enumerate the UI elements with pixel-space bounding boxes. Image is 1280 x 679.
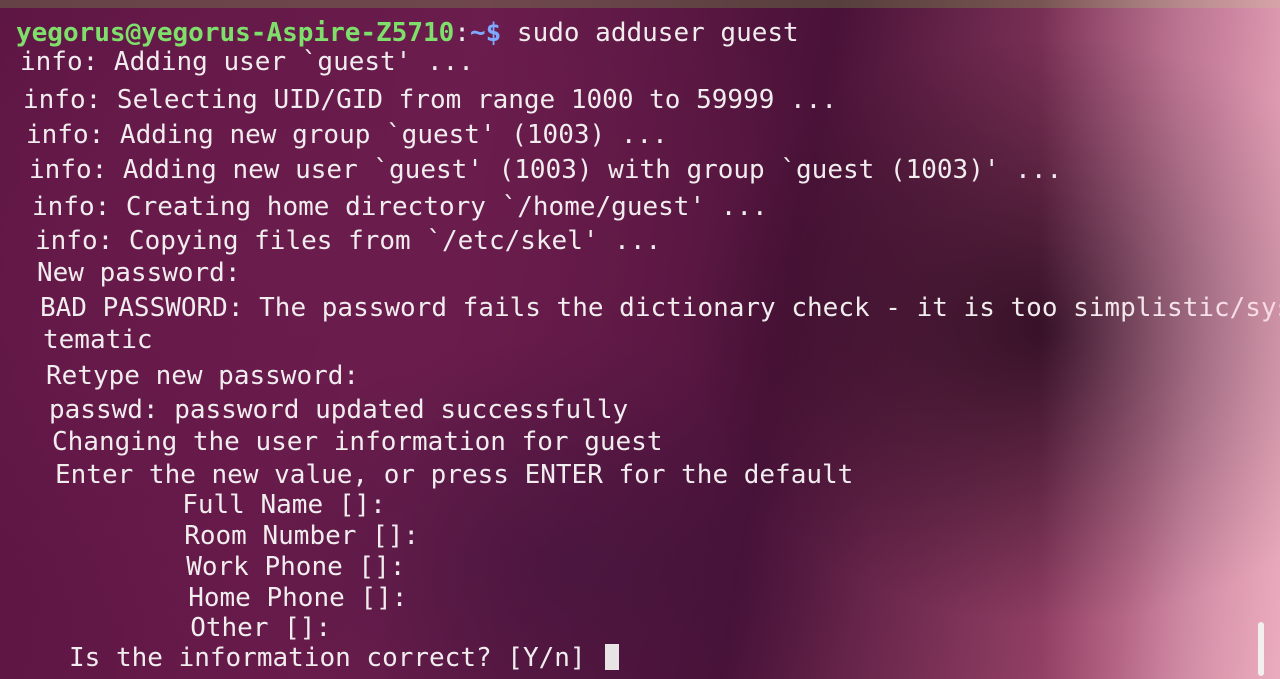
output-line: info: Adding new group `guest' (1003) ..… <box>26 120 668 150</box>
output-line: info: Adding new user `guest' (1003) wit… <box>29 155 1063 185</box>
output-line: info: Copying files from `/etc/skel' ... <box>35 226 662 256</box>
output-line: Enter the new value, or press ENTER for … <box>55 460 854 490</box>
prompt-path: ~$ <box>469 18 502 48</box>
scrollbar-thumb[interactable] <box>1258 622 1264 676</box>
output-line: Retype new password: <box>46 361 360 391</box>
input-field-work-phone: Work Phone []: <box>61 552 406 582</box>
text-cursor[interactable] <box>605 644 620 670</box>
input-field-room-number: Room Number []: <box>59 521 420 551</box>
confirm-prompt-text: Is the information correct? [Y/n] <box>69 643 602 673</box>
output-line: Changing the user information for guest <box>52 427 663 457</box>
output-line: tematic <box>43 325 153 355</box>
command-prompt-line: yegorus@yegorus-Aspire-Z5710:~$ sudo add… <box>16 18 799 50</box>
screen-glare <box>1040 0 1280 679</box>
output-line: info: Creating home directory `/home/gue… <box>32 192 768 222</box>
prompt-user-host: yegorus@yegorus-Aspire-Z5710 <box>16 18 455 48</box>
input-field-full-name: Full Name []: <box>57 490 386 520</box>
previous-line-remnant <box>0 0 1280 8</box>
confirm-prompt-line[interactable]: Is the information correct? [Y/n] <box>69 643 620 675</box>
output-line: info: Selecting UID/GID from range 1000 … <box>23 85 837 115</box>
output-line: passwd: password updated successfully <box>49 395 629 425</box>
output-line: BAD PASSWORD: The password fails the dic… <box>40 293 1280 323</box>
input-field-home-phone: Home Phone []: <box>63 583 408 613</box>
input-field-other: Other []: <box>65 613 332 643</box>
terminal-window[interactable]: yegorus@yegorus-Aspire-Z5710:~$ sudo add… <box>0 0 1280 679</box>
output-line: New password: <box>37 258 241 288</box>
output-line: info: Adding user `guest' ... <box>20 47 474 77</box>
prompt-command: sudo adduser guest <box>501 18 799 48</box>
prompt-colon: : <box>454 18 470 48</box>
